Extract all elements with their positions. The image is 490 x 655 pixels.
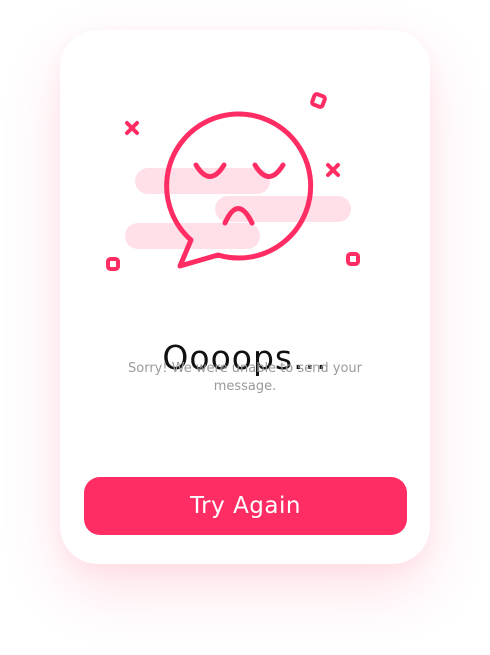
x-mark-icon-right [326, 163, 340, 177]
x-mark-icon-left [125, 121, 139, 135]
pill-bottom [125, 223, 260, 249]
error-dialog-card: Oooops... Sorry! We were unable to send … [60, 30, 430, 564]
square-icon-bottom-left [106, 257, 120, 271]
square-icon-top-right [310, 92, 327, 109]
square-icon-bottom-right [346, 252, 360, 266]
dialog-message: Sorry! We were unable to send your messa… [128, 361, 362, 394]
error-illustration [106, 92, 360, 271]
try-again-button[interactable]: Try Again [84, 477, 407, 535]
